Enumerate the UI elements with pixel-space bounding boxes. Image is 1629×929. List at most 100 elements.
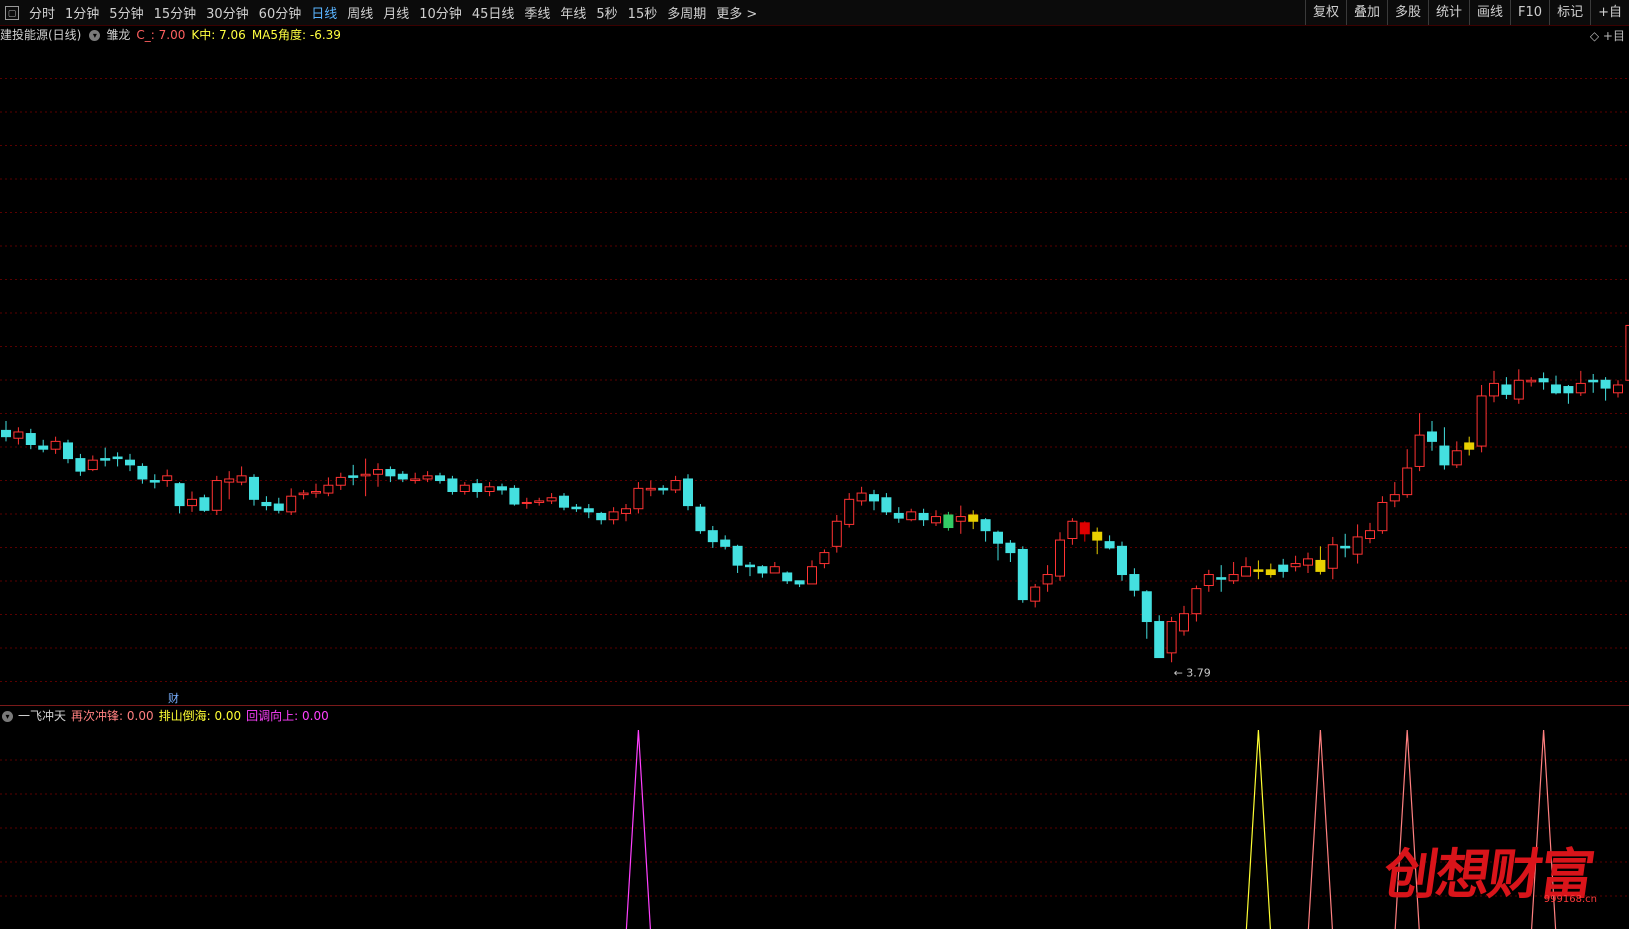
candle[interactable]: [596, 511, 607, 525]
candle[interactable]: [360, 458, 371, 497]
candle[interactable]: [236, 466, 247, 486]
candle[interactable]: [906, 508, 917, 522]
candle[interactable]: [1253, 560, 1264, 580]
candle[interactable]: [856, 486, 867, 506]
candle[interactable]: [769, 562, 780, 574]
tab-14[interactable]: 15秒: [623, 3, 663, 22]
candle[interactable]: [732, 544, 743, 573]
candle[interactable]: [1203, 569, 1214, 592]
candle[interactable]: [112, 452, 123, 467]
candle[interactable]: [1439, 427, 1450, 470]
candle[interactable]: [1179, 605, 1189, 636]
candle[interactable]: [249, 474, 259, 506]
candle[interactable]: [782, 571, 793, 584]
candle[interactable]: [955, 505, 966, 534]
toolbar-button-7[interactable]: +自: [1590, 0, 1629, 25]
candle[interactable]: [707, 525, 718, 548]
candle[interactable]: [583, 504, 594, 519]
candle[interactable]: [794, 580, 805, 588]
candle[interactable]: [335, 472, 346, 490]
candle[interactable]: [1, 421, 11, 442]
candle[interactable]: [1489, 370, 1499, 403]
candle[interactable]: [881, 493, 892, 515]
candle[interactable]: [162, 469, 173, 487]
candle[interactable]: [1303, 552, 1313, 573]
candle[interactable]: [521, 497, 532, 509]
candle[interactable]: [943, 511, 954, 531]
candle[interactable]: [1005, 540, 1016, 562]
candle[interactable]: [1141, 590, 1152, 639]
candle[interactable]: [819, 549, 830, 569]
candle[interactable]: [435, 472, 445, 484]
tab-2[interactable]: 5分钟: [104, 3, 148, 22]
candle[interactable]: [509, 485, 520, 506]
candle[interactable]: [621, 504, 631, 522]
candle[interactable]: [187, 491, 197, 512]
tab-8[interactable]: 月线: [378, 3, 414, 22]
candle[interactable]: [497, 483, 507, 495]
candle[interactable]: [1117, 541, 1127, 581]
candle[interactable]: [410, 472, 421, 484]
tab-4[interactable]: 30分钟: [201, 3, 254, 22]
candle[interactable]: [1402, 449, 1413, 498]
candle[interactable]: [844, 493, 855, 528]
candle[interactable]: [286, 488, 297, 515]
toolbar-button-0[interactable]: 复权: [1304, 0, 1346, 25]
indicator-dropdown-icon[interactable]: ▾: [89, 29, 101, 41]
toolbar-button-3[interactable]: 统计: [1428, 0, 1469, 25]
candle[interactable]: [1464, 436, 1475, 456]
candle[interactable]: [695, 504, 706, 534]
candle[interactable]: [931, 510, 941, 526]
candle[interactable]: [1365, 522, 1375, 544]
candle[interactable]: [1340, 533, 1351, 558]
candle[interactable]: [1575, 370, 1586, 396]
candle[interactable]: [38, 439, 49, 453]
candle[interactable]: [1389, 482, 1400, 508]
candle[interactable]: [484, 482, 495, 497]
tab-7[interactable]: 周线: [342, 3, 378, 22]
tab-5[interactable]: 60分钟: [254, 3, 307, 22]
candle[interactable]: [1055, 532, 1065, 581]
candle[interactable]: [1241, 557, 1251, 577]
candle[interactable]: [757, 565, 768, 578]
candle[interactable]: [13, 427, 24, 445]
candle[interactable]: [1228, 562, 1239, 584]
candle[interactable]: [199, 494, 210, 512]
tab-6[interactable]: 日线: [306, 3, 342, 22]
candle[interactable]: [534, 497, 545, 506]
toolbar-button-5[interactable]: F10: [1510, 0, 1549, 25]
candle[interactable]: [869, 489, 879, 511]
candle[interactable]: [1154, 615, 1165, 659]
tab-13[interactable]: 5秒: [591, 3, 622, 22]
candle[interactable]: [1551, 375, 1561, 395]
candle[interactable]: [670, 475, 681, 494]
indicator-name[interactable]: 雏龙: [106, 25, 130, 45]
candle[interactable]: [1104, 535, 1115, 550]
toolbar-button-4[interactable]: 画线: [1469, 0, 1510, 25]
candle[interactable]: [831, 515, 842, 553]
indicator-title[interactable]: 一飞冲天: [18, 706, 66, 726]
candle[interactable]: [1451, 441, 1462, 468]
candle[interactable]: [980, 518, 991, 542]
candle[interactable]: [918, 508, 929, 526]
candle[interactable]: [1327, 536, 1338, 580]
candlestick-chart[interactable]: ← 7.50← 3.79: [0, 45, 1629, 703]
layout-toggle-icon[interactable]: ▢: [5, 5, 19, 20]
candle[interactable]: [373, 463, 383, 487]
candle[interactable]: [720, 535, 731, 550]
candle[interactable]: [1563, 384, 1574, 404]
candle[interactable]: [1501, 377, 1512, 400]
candle[interactable]: [1067, 518, 1078, 545]
toolbar-button-6[interactable]: 标记: [1549, 0, 1590, 25]
candle[interactable]: [1352, 524, 1363, 564]
candle[interactable]: [993, 530, 1003, 561]
candle[interactable]: [1600, 377, 1611, 401]
candle[interactable]: [211, 475, 222, 515]
tab-15[interactable]: 多周期: [662, 3, 711, 22]
candle[interactable]: [1092, 527, 1103, 555]
candle[interactable]: [261, 496, 272, 511]
candle[interactable]: [472, 478, 483, 498]
candle[interactable]: [658, 485, 669, 495]
candle[interactable]: [1315, 546, 1326, 575]
candle[interactable]: [1079, 521, 1090, 542]
